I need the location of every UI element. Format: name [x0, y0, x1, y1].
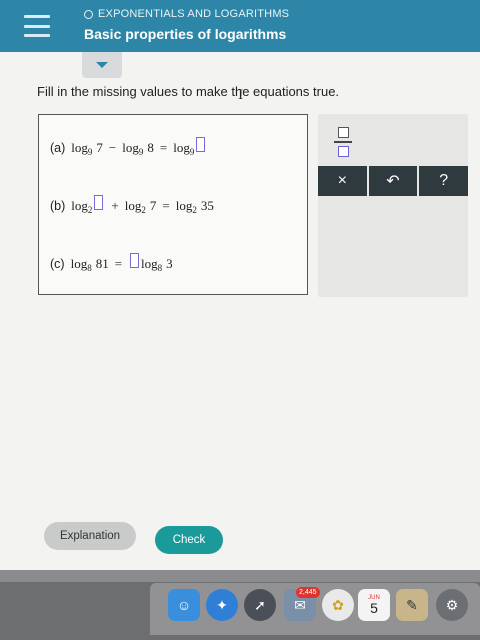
- log-text: log: [141, 256, 158, 271]
- operator: +: [111, 198, 119, 213]
- log-base: 2: [141, 205, 146, 215]
- preview-icon[interactable]: ✎: [396, 589, 428, 621]
- calendar-day: 5: [370, 600, 378, 616]
- answer-input-b[interactable]: [94, 195, 104, 210]
- equation-label: (b): [50, 199, 66, 213]
- log-text: log: [124, 198, 142, 213]
- log-text: log: [70, 256, 88, 271]
- log-base: 8: [87, 263, 92, 273]
- equals-sign: =: [162, 198, 170, 213]
- photos-icon[interactable]: ✿: [322, 589, 354, 621]
- text-cursor-icon: I: [238, 88, 244, 103]
- explanation-button[interactable]: Explanation: [44, 522, 136, 550]
- log-text: log: [175, 198, 193, 213]
- help-button[interactable]: ?: [419, 166, 469, 196]
- equation-a: (a) log 9 7 − log 9 8 = log 9: [50, 137, 207, 157]
- equation-label: (c): [50, 257, 65, 271]
- log-text: log: [71, 140, 88, 155]
- calendar-icon[interactable]: JUN 5: [358, 589, 390, 621]
- menu-icon[interactable]: [22, 12, 52, 40]
- log-argument: 8: [147, 140, 154, 155]
- log-base: 2: [87, 205, 93, 215]
- palette-actions: × ↶ ?: [318, 166, 469, 196]
- log-argument: 7: [149, 198, 157, 213]
- log-argument: 81: [95, 256, 109, 271]
- instruction-text: Fill in the missing values to make the e…: [37, 84, 340, 99]
- log-base: 2: [192, 205, 197, 215]
- section-label: EXPONENTIALS AND LOGARITHMS: [98, 8, 290, 20]
- clear-button[interactable]: ×: [318, 166, 367, 196]
- equation-b: (b) log 2 + log 2 7 = log 2 35: [50, 195, 214, 215]
- safari-icon[interactable]: ✦: [206, 589, 238, 621]
- equals-sign: =: [114, 256, 123, 271]
- operator: −: [108, 140, 117, 155]
- log-base: 9: [138, 147, 144, 157]
- chevron-down-icon: [96, 62, 108, 68]
- log-argument: 7: [96, 140, 103, 155]
- log-base: 8: [157, 263, 163, 273]
- log-text: log: [122, 140, 139, 155]
- laptop-bezel: [0, 570, 480, 582]
- expand-button[interactable]: [82, 52, 122, 78]
- log-base: 9: [87, 147, 93, 157]
- section-breadcrumb: EXPONENTIALS AND LOGARITHMS: [84, 8, 289, 20]
- answer-input-a[interactable]: [196, 137, 206, 152]
- circle-icon: [84, 9, 93, 19]
- equation-c: (c) log 8 81 = log 8 3: [50, 253, 173, 273]
- answer-input-c[interactable]: [130, 253, 140, 268]
- log-text: log: [173, 140, 190, 155]
- equals-sign: =: [159, 140, 168, 155]
- fraction-button[interactable]: [328, 120, 358, 164]
- check-button[interactable]: Check: [155, 526, 223, 554]
- math-palette: × ↶ ?: [318, 114, 469, 297]
- equation-box: (a) log 9 7 − log 9 8 = log 9 (b) log 2 + lo…: [38, 114, 308, 295]
- notification-badge: 2,445: [296, 587, 320, 598]
- launchpad-icon[interactable]: ➚: [244, 589, 276, 621]
- finder-icon[interactable]: ☺: [168, 589, 200, 621]
- log-argument: 3: [166, 256, 173, 271]
- log-base: 9: [189, 147, 195, 157]
- settings-gear-icon[interactable]: ⚙: [436, 589, 468, 621]
- screen: EXPONENTIALS AND LOGARITHMS Basic proper…: [0, 0, 480, 575]
- header: EXPONENTIALS AND LOGARITHMS Basic proper…: [0, 0, 480, 52]
- log-text: log: [71, 198, 88, 213]
- fraction-icon: [337, 127, 349, 139]
- equation-label: (a): [50, 141, 66, 155]
- log-argument: 35: [200, 198, 214, 213]
- page-title: Basic properties of logarithms: [84, 26, 287, 42]
- undo-button[interactable]: ↶: [368, 166, 418, 196]
